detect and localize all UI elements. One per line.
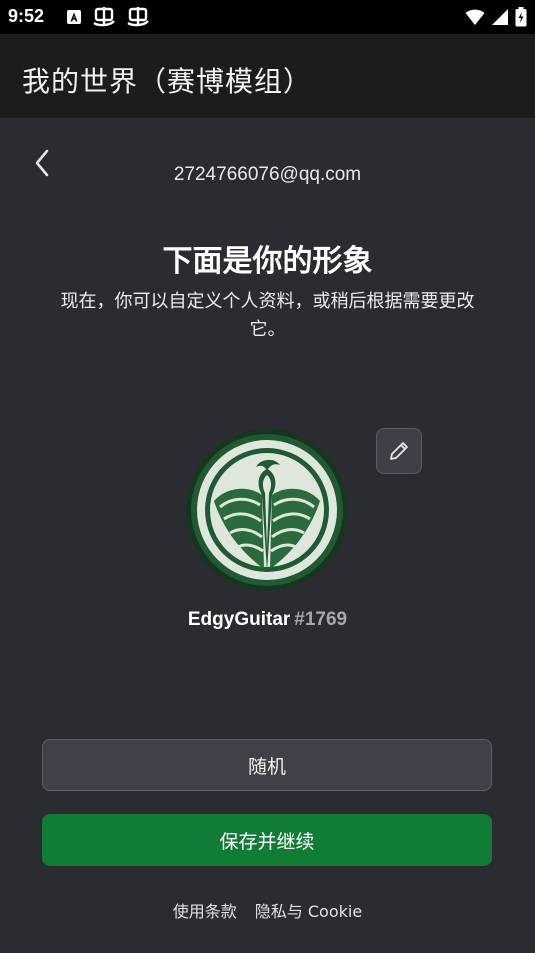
status-time: 9:52: [8, 6, 45, 26]
status-bar: 9:52: [0, 0, 535, 34]
footer-links: 使用条款 隐私与 Cookie: [0, 898, 535, 922]
phoenix-emblem-icon: [186, 429, 348, 591]
random-button[interactable]: 随机: [42, 739, 492, 791]
status-notification-icons: [66, 7, 150, 31]
status-system-icons: [465, 7, 527, 31]
page-heading: 下面是你的形象: [162, 244, 373, 279]
signal-icon: [491, 8, 509, 30]
a-notification-icon: [66, 9, 82, 29]
page-subtext: 现在，你可以自定义个人资料，或稍后根据需要更改它。: [60, 291, 475, 340]
gamertag: EdgyGuitar #1769: [0, 609, 535, 631]
pencil-icon: [390, 442, 408, 460]
edit-avatar-button[interactable]: [376, 428, 422, 474]
account-email: 2724766076@qq.com: [173, 164, 362, 185]
bug-icon: [92, 7, 116, 31]
battery-charging-icon: [515, 7, 527, 31]
gamertag-name: EdgyGuitar: [187, 609, 291, 630]
avatar: [186, 429, 348, 591]
privacy-cookie-link[interactable]: 隐私与 Cookie: [255, 902, 362, 921]
gamertag-suffix: #1769: [294, 609, 348, 630]
save-and-continue-button[interactable]: 保存并继续: [42, 814, 492, 866]
bug-icon: [126, 7, 150, 31]
app-bar: 我的世界（赛博模组）: [0, 34, 535, 118]
app-title: 我的世界（赛博模组）: [22, 65, 313, 98]
wifi-icon: [465, 8, 485, 30]
terms-of-use-link[interactable]: 使用条款: [173, 902, 237, 921]
